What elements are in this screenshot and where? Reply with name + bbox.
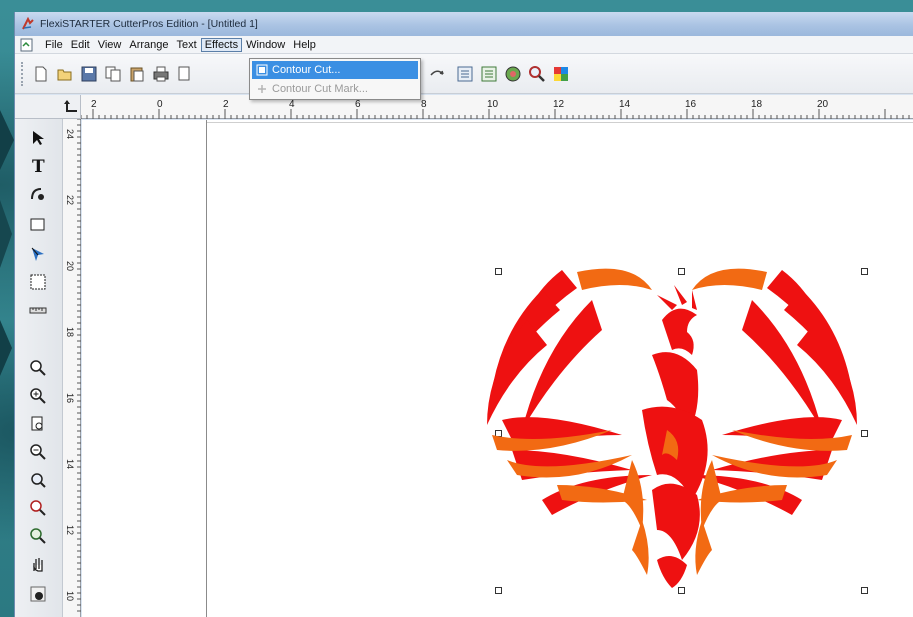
select-frame-icon[interactable]: [25, 269, 51, 295]
application-window: FlexiSTARTER CutterPros Edition - [Untit…: [14, 12, 913, 617]
menu-help[interactable]: Help: [289, 38, 320, 52]
title-bar[interactable]: FlexiSTARTER CutterPros Edition - [Untit…: [15, 12, 913, 36]
ruler-label: 16: [65, 393, 75, 403]
export-icon[interactable]: [479, 64, 499, 84]
effects-dropdown-menu: Contour Cut... Contour Cut Mark...: [249, 58, 421, 100]
contour-cut-icon: [255, 63, 269, 77]
zoom-all-icon[interactable]: [25, 523, 51, 549]
ruler-label: 6: [355, 99, 361, 110]
ruler-label: 2: [91, 99, 97, 110]
fill-icon[interactable]: [25, 581, 51, 607]
horizontal-ruler[interactable]: 2 0 2 4 6 8 10 12 14 16 18 20: [80, 95, 913, 119]
zoom-page-icon[interactable]: [25, 411, 51, 437]
zoom-selection-icon[interactable]: [25, 495, 51, 521]
ruler-origin[interactable]: [15, 95, 81, 119]
vertical-ruler[interactable]: 24 22 20 18 16 14 12 10: [63, 118, 81, 617]
contour-cut-label: Contour Cut...: [272, 64, 341, 76]
menu-view[interactable]: View: [94, 38, 126, 52]
selection-handle-top-right[interactable]: [861, 268, 868, 275]
ruler-label: 18: [751, 99, 763, 110]
slide-decoration: [0, 320, 12, 376]
measure-icon[interactable]: [25, 297, 51, 323]
pick-tool-icon[interactable]: [25, 125, 51, 151]
ruler-label: 8: [421, 99, 427, 110]
contour-cut-mark-label: Contour Cut Mark...: [272, 83, 368, 95]
text-tool-icon[interactable]: T: [25, 153, 51, 179]
zoom-icon[interactable]: [25, 355, 51, 381]
selection-handle-bottom-right[interactable]: [861, 587, 868, 594]
ruler-label: 2: [223, 99, 229, 110]
copy-icon[interactable]: [103, 64, 123, 84]
slide-decoration: [0, 110, 14, 170]
selection-handle-middle-right[interactable]: [861, 430, 868, 437]
ruler-label: 4: [289, 99, 295, 110]
svg-text:T: T: [32, 157, 45, 175]
flexi-app-icon[interactable]: [21, 17, 35, 31]
ruler-label: 22: [65, 195, 75, 205]
zoom-tool-icon[interactable]: [527, 64, 547, 84]
zoom-in-icon[interactable]: [25, 383, 51, 409]
ruler-label: 24: [65, 129, 75, 139]
window-title: FlexiSTARTER CutterPros Edition - [Untit…: [40, 18, 258, 30]
redo-icon[interactable]: [427, 64, 447, 84]
open-icon[interactable]: [55, 64, 75, 84]
phoenix-graphic[interactable]: [482, 260, 862, 590]
menu-arrange[interactable]: Arrange: [125, 38, 172, 52]
ruler-label: 16: [685, 99, 697, 110]
page-top-edge: [206, 122, 913, 123]
menu-effects[interactable]: Effects: [200, 37, 243, 52]
ruler-label: 10: [487, 99, 499, 110]
color-wheel-icon[interactable]: [503, 64, 523, 84]
menu-item-contour-cut[interactable]: Contour Cut...: [252, 61, 418, 79]
ruler-label: 10: [65, 591, 75, 601]
import-icon[interactable]: [455, 64, 475, 84]
menu-file[interactable]: File: [41, 38, 67, 52]
menu-window[interactable]: Window: [242, 38, 289, 52]
ruler-label: 20: [817, 99, 829, 110]
ruler-label: 14: [619, 99, 631, 110]
drawing-canvas[interactable]: [82, 120, 913, 617]
page-left-edge: [206, 120, 207, 617]
print-preview-icon[interactable]: [175, 64, 195, 84]
pan-hand-icon[interactable]: [25, 551, 51, 577]
shape-edit-icon[interactable]: [25, 181, 51, 207]
document-icon[interactable]: [19, 38, 35, 52]
print-icon[interactable]: [151, 64, 171, 84]
ruler-label: 20: [65, 261, 75, 271]
ruler-label: 12: [553, 99, 565, 110]
ruler-label: 12: [65, 525, 75, 535]
toolbar-grip[interactable]: [21, 62, 24, 86]
zoom-fit-icon[interactable]: [25, 467, 51, 493]
standard-toolbar: [15, 54, 913, 94]
ruler-label: 0: [157, 99, 163, 110]
zoom-out-icon[interactable]: [25, 439, 51, 465]
menu-item-contour-cut-mark[interactable]: Contour Cut Mark...: [252, 80, 418, 98]
rectangle-tool-icon[interactable]: [25, 211, 51, 237]
color-palette-icon[interactable]: [551, 64, 571, 84]
menu-bar: File Edit View Arrange Text Effects Wind…: [15, 36, 913, 54]
paste-icon[interactable]: [127, 64, 147, 84]
new-icon[interactable]: [31, 64, 51, 84]
ruler-label: 18: [65, 327, 75, 337]
ruler-label: 14: [65, 459, 75, 469]
menu-text[interactable]: Text: [173, 38, 201, 52]
slide-decoration: [0, 200, 12, 268]
node-edit-icon[interactable]: [25, 241, 51, 267]
menu-edit[interactable]: Edit: [67, 38, 94, 52]
save-icon[interactable]: [79, 64, 99, 84]
toolbox: T: [15, 119, 63, 617]
contour-cut-mark-icon: [255, 82, 269, 96]
